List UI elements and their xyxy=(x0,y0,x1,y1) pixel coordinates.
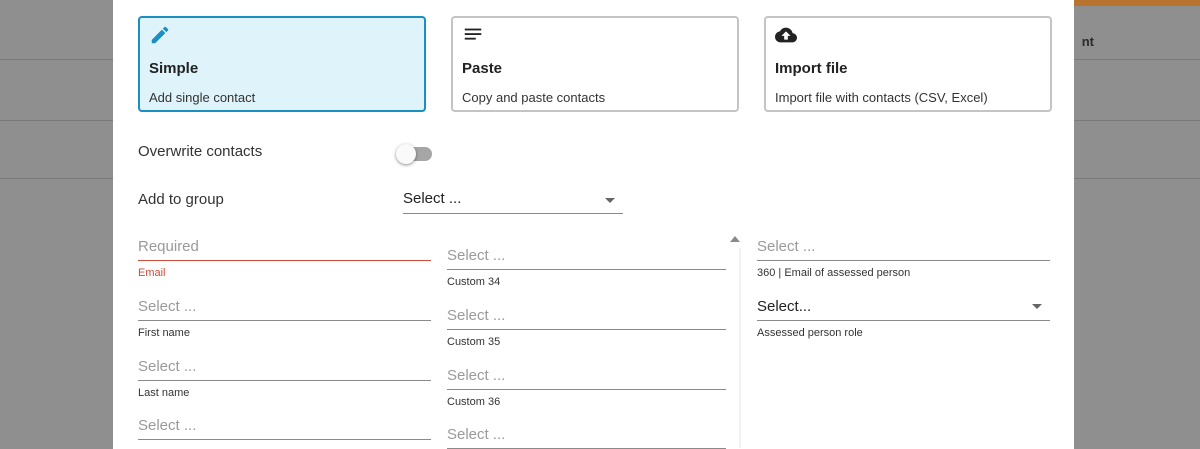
custom-37-field[interactable]: Select ... xyxy=(447,422,726,449)
toggle-knob xyxy=(396,144,416,164)
add-to-group-label: Add to group xyxy=(138,191,224,208)
first-name-field[interactable]: Select ... First name xyxy=(138,294,431,339)
field-label: Email xyxy=(138,267,166,279)
import-mode-cards: Simple Add single contact Paste Copy and… xyxy=(138,16,1052,112)
assessed-role-value: Select... xyxy=(757,298,812,315)
assessed-email-input[interactable]: Select ... xyxy=(757,234,1050,261)
mode-card-title: Paste xyxy=(462,60,503,77)
mode-card-description: Add single contact xyxy=(149,90,256,105)
first-name-input[interactable]: Select ... xyxy=(138,294,431,321)
background-accent-bar xyxy=(1074,0,1200,6)
field-label: Last name xyxy=(138,387,190,399)
group-select[interactable]: Select ... xyxy=(403,188,623,214)
mode-card-description: Copy and paste contacts xyxy=(462,90,606,105)
contact-input[interactable]: Select ... xyxy=(138,413,431,440)
column-scrollbar[interactable] xyxy=(729,230,741,449)
lines-icon xyxy=(464,28,482,40)
pencil-icon xyxy=(151,26,169,44)
mode-card-title: Import file xyxy=(775,60,848,77)
scroll-up-arrow-icon[interactable] xyxy=(730,236,740,242)
field-label: First name xyxy=(138,327,190,339)
cloud-upload-icon xyxy=(775,27,797,43)
mode-card-description: Import file with contacts (CSV, Excel) xyxy=(775,90,988,105)
group-select-value: Select ... xyxy=(403,190,462,207)
assessed-role-field[interactable]: Select... Assessed person role xyxy=(757,294,1050,339)
field-label: Custom 36 xyxy=(447,396,501,408)
last-name-input[interactable]: Select ... xyxy=(138,354,431,381)
overwrite-contacts-label: Overwrite contacts xyxy=(138,143,263,160)
mode-card-simple[interactable]: Simple Add single contact xyxy=(138,16,426,112)
mode-card-paste[interactable]: Paste Copy and paste contacts xyxy=(451,16,739,112)
field-label: Custom 35 xyxy=(447,336,501,348)
background-column-header: nt xyxy=(1081,34,1094,49)
chevron-down-icon xyxy=(1032,304,1042,309)
email-input[interactable]: Required xyxy=(138,234,431,261)
custom-35-field[interactable]: Select ... Custom 35 xyxy=(447,303,726,348)
scrollbar-track[interactable] xyxy=(739,248,741,448)
assessed-role-select[interactable]: Select... xyxy=(757,294,1050,321)
custom-34-field[interactable]: Select ... Custom 34 xyxy=(447,243,726,288)
mode-card-title: Simple xyxy=(149,60,199,77)
field-label: 360 | Email of assessed person xyxy=(757,267,911,279)
last-name-field[interactable]: Select ... Last name xyxy=(138,354,431,399)
email-field[interactable]: Required Email xyxy=(138,234,431,279)
contact-field[interactable]: Select ... xyxy=(138,413,431,440)
assessed-email-field[interactable]: Select ... 360 | Email of assessed perso… xyxy=(757,234,1050,279)
custom-37-input[interactable]: Select ... xyxy=(447,422,726,449)
custom-36-field[interactable]: Select ... Custom 36 xyxy=(447,363,726,408)
overwrite-contacts-toggle[interactable] xyxy=(396,144,434,164)
custom-34-input[interactable]: Select ... xyxy=(447,243,726,270)
field-label: Custom 34 xyxy=(447,276,501,288)
custom-36-input[interactable]: Select ... xyxy=(447,363,726,390)
mode-card-import-file[interactable]: Import file Import file with contacts (C… xyxy=(764,16,1052,112)
field-label: Assessed person role xyxy=(757,327,863,339)
add-contacts-modal: Simple Add single contact Paste Copy and… xyxy=(113,0,1074,449)
custom-35-input[interactable]: Select ... xyxy=(447,303,726,330)
chevron-down-icon xyxy=(605,198,615,203)
